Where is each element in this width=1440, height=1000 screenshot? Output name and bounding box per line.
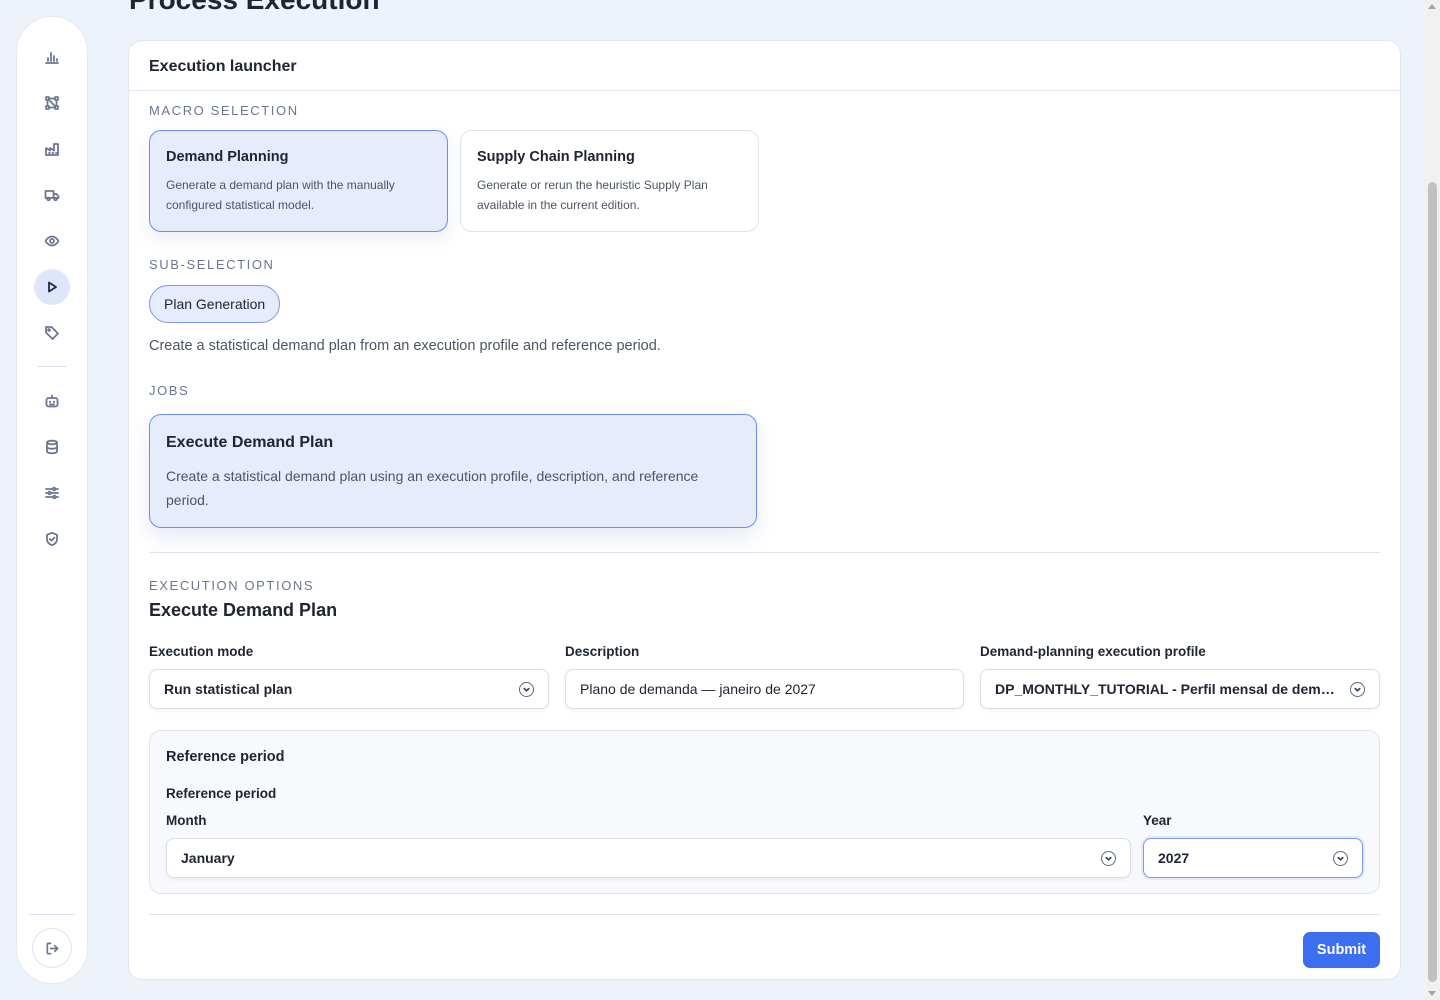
logout-icon (46, 942, 58, 954)
sub-selection-description: Create a statistical demand plan from an… (149, 338, 661, 354)
macro-option-desc-line2: available in the current edition. (477, 198, 640, 212)
sliders-icon[interactable] (34, 475, 70, 511)
tag-icon[interactable] (34, 315, 70, 351)
card-header: Execution launcher (129, 41, 1400, 91)
macro-option-desc-line1: Generate a demand plan with the manually (166, 178, 395, 192)
macro-option-desc-line1: Generate or rerun the heuristic Supply P… (477, 178, 708, 192)
year-label: Year (1143, 813, 1172, 828)
sidebar-bottom-divider (29, 914, 75, 915)
reference-period-subtitle: Reference period (166, 786, 277, 801)
factory-icon[interactable] (34, 131, 70, 167)
eye-icon[interactable] (34, 223, 70, 259)
shield-check-icon[interactable] (34, 521, 70, 557)
database-icon[interactable] (34, 429, 70, 465)
truck-icon[interactable] (34, 177, 70, 213)
submit-button[interactable]: Submit (1303, 932, 1380, 968)
reference-period-panel: Reference period Reference period Month … (149, 730, 1380, 894)
chevron-down-icon (1101, 850, 1116, 866)
section-divider (149, 552, 1380, 553)
workflow-icon[interactable] (34, 85, 70, 121)
macro-selection-label: MACRO SELECTION (149, 103, 299, 118)
scroll-down-arrow-icon[interactable] (1428, 991, 1436, 996)
year-value: 2027 (1158, 850, 1190, 866)
macro-option-title: Supply Chain Planning (477, 149, 635, 165)
macro-option-title: Demand Planning (166, 149, 289, 165)
month-label: Month (166, 813, 207, 828)
macro-option-desc-line2: configured statistical model. (166, 198, 315, 212)
execution-options-title: Execute Demand Plan (149, 600, 338, 620)
month-value: January (181, 850, 235, 866)
execution-mode-select[interactable]: Run statistical plan (149, 669, 549, 709)
execution-options-label: EXECUTION OPTIONS (149, 578, 315, 593)
sub-selection-label: SUB-SELECTION (149, 257, 275, 272)
sidebar-divider (37, 366, 67, 367)
play-icon[interactable] (34, 269, 70, 305)
chevron-down-icon (1350, 681, 1365, 697)
sidebar (16, 16, 88, 984)
execution-mode-label: Execution mode (149, 644, 254, 659)
jobs-label: JOBS (149, 383, 190, 398)
macro-option-demand-planning[interactable]: Demand Planning Generate a demand plan w… (149, 130, 448, 232)
page-scrollbar[interactable] (1425, 0, 1440, 1000)
logout-button[interactable] (32, 928, 72, 968)
execution-mode-value: Run statistical plan (164, 681, 293, 697)
job-card-execute-demand-plan[interactable]: Execute Demand Plan Create a statistical… (149, 414, 757, 528)
job-title: Execute Demand Plan (166, 434, 334, 451)
job-desc-line1: Create a statistical demand plan using a… (166, 468, 699, 484)
description-label: Description (565, 644, 640, 659)
scrollbar-thumb[interactable] (1428, 182, 1437, 982)
sub-selection-chip[interactable]: Plan Generation (149, 285, 281, 323)
chart-icon[interactable] (34, 39, 70, 75)
profile-select[interactable]: DP_MONTHLY_TUTORIAL - Perfil mensal de d… (980, 669, 1380, 709)
footer-divider (149, 914, 1380, 915)
execution-launcher-card: Execution launcher MACRO SELECTION Deman… (128, 40, 1401, 980)
description-input[interactable]: Plano de demanda — janeiro de 2027 (565, 669, 964, 709)
profile-label: Demand-planning execution profile (980, 644, 1206, 659)
profile-value: DP_MONTHLY_TUTORIAL - Perfil mensal de d… (995, 681, 1342, 697)
month-select[interactable]: January (166, 838, 1131, 878)
description-value: Plano de demanda — janeiro de 2027 (580, 681, 816, 697)
year-select[interactable]: 2027 (1143, 838, 1363, 878)
chevron-down-icon (1333, 850, 1348, 866)
scroll-up-arrow-icon[interactable] (1428, 4, 1436, 9)
robot-icon[interactable] (34, 383, 70, 419)
macro-option-supply-chain-planning[interactable]: Supply Chain Planning Generate or rerun … (460, 130, 759, 232)
job-desc-line2: period. (166, 492, 209, 508)
page-title: Process Execution (129, 0, 380, 16)
reference-period-title: Reference period (166, 749, 285, 765)
chevron-down-icon (519, 681, 534, 697)
